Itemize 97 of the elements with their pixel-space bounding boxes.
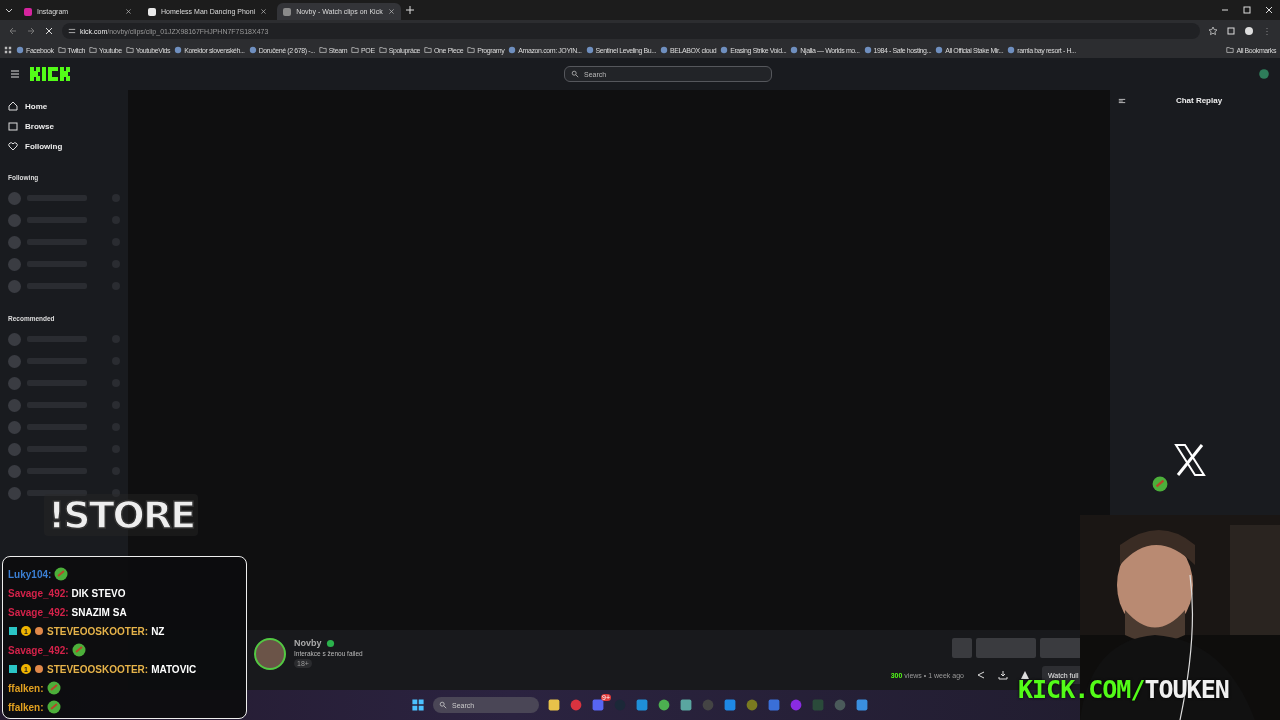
- chat-text: DIK STEVO: [71, 587, 126, 599]
- close-icon: [260, 8, 268, 15]
- avatar-placeholder: [8, 376, 21, 390]
- emote-icon: [46, 700, 61, 714]
- site-icon: [148, 7, 156, 16]
- app-icon: [768, 699, 780, 711]
- apps-icon: [4, 46, 12, 54]
- chat-username: ffalken:: [8, 682, 44, 694]
- app-icon: [636, 699, 648, 711]
- search-icon: [571, 70, 579, 78]
- app-icon: [856, 699, 868, 711]
- chat-username: STEVEOOSKOOTER:: [47, 663, 149, 675]
- app-icon: [724, 699, 736, 711]
- download-icon: [998, 670, 1008, 680]
- folder-icon: [351, 46, 360, 54]
- chat-username: Savage_492:: [8, 606, 69, 618]
- back-icon: [8, 26, 18, 36]
- nav-item[interactable]: Browse: [8, 116, 120, 136]
- forward-icon: [26, 26, 36, 36]
- avatar-placeholder: [8, 442, 21, 456]
- folder-icon: [125, 46, 134, 54]
- folder-icon: [424, 46, 433, 54]
- close-icon: [387, 8, 395, 15]
- emote-icon: [1152, 476, 1168, 492]
- channel-avatar[interactable]: [254, 638, 286, 670]
- avatar-placeholder: [8, 464, 21, 478]
- extension-icon: [1226, 26, 1236, 36]
- app-icon: [570, 699, 582, 711]
- close-icon: [1264, 5, 1274, 15]
- site-icon: [283, 7, 292, 16]
- avatar-placeholder: [8, 213, 21, 227]
- home-icon: [8, 101, 18, 111]
- nav-item[interactable]: Home: [8, 96, 120, 116]
- new-tab-icon: [404, 5, 415, 15]
- folder-icon: [467, 46, 476, 54]
- star-icon: [1208, 26, 1218, 36]
- avatar-placeholder: [8, 191, 21, 205]
- app-icon: [834, 699, 846, 711]
- folder-icon: [89, 46, 97, 54]
- avatar-placeholder: [8, 420, 21, 434]
- restore-icon: [1242, 5, 1252, 15]
- nav-item[interactable]: Following: [8, 136, 120, 156]
- windows-icon: [411, 698, 425, 712]
- app-icon: [592, 699, 604, 711]
- app-icon: [548, 699, 560, 711]
- avatar-placeholder: [8, 354, 21, 368]
- emote-icon: [46, 681, 61, 695]
- avatar-placeholder: [8, 257, 21, 271]
- folder-icon: [57, 46, 66, 54]
- heart-icon: [8, 141, 18, 151]
- button-placeholder: [952, 638, 972, 658]
- channel-name[interactable]: Novby: [294, 638, 322, 648]
- emote-icon: [71, 643, 86, 657]
- browse-icon: [8, 121, 18, 131]
- chat-username: Savage_492:: [8, 587, 69, 599]
- avatar-placeholder: [8, 279, 21, 293]
- chat-text: MATOVIC: [151, 663, 197, 675]
- gift-icon: [34, 664, 44, 674]
- chat-username: ffalken:: [8, 701, 44, 713]
- avatar-placeholder: [8, 235, 21, 249]
- app-icon: [812, 699, 824, 711]
- badge-icon: [8, 626, 18, 636]
- chat-username: Savage_492:: [8, 644, 69, 656]
- app-icon: [658, 699, 670, 711]
- profile-icon: [1244, 26, 1254, 36]
- chat-username: Luky104:: [8, 568, 52, 580]
- button-placeholder: [976, 638, 1036, 658]
- chat-title: Chat Replay: [1175, 96, 1223, 105]
- store-overlay-text: !STORE: [44, 494, 199, 536]
- avatar-placeholder: [8, 486, 21, 500]
- verified-icon: [325, 638, 335, 648]
- collapse-icon: [1118, 96, 1126, 105]
- warning-icon: [1020, 670, 1030, 680]
- site-settings-icon: [68, 27, 76, 35]
- stop-icon: [44, 26, 54, 36]
- folder-icon: [1226, 46, 1235, 54]
- folder-icon: [318, 46, 327, 54]
- gift-icon: [34, 626, 44, 636]
- chat-text: NZ: [151, 625, 165, 637]
- user-icon: [1258, 68, 1270, 80]
- app-icon: [702, 699, 714, 711]
- folder-icon: [378, 46, 387, 54]
- app-icon: [790, 699, 802, 711]
- avatar-placeholder: [8, 332, 21, 346]
- avatar-placeholder: [8, 398, 21, 412]
- badge-icon: [8, 664, 18, 674]
- menu-icon: [10, 69, 20, 79]
- site-icon: [24, 7, 32, 16]
- share-icon: [976, 670, 986, 680]
- close-icon: [125, 8, 132, 15]
- emote-icon: [54, 567, 69, 581]
- app-icon: [746, 699, 758, 711]
- chat-username: STEVEOOSKOOTER:: [47, 625, 149, 637]
- search-icon: [439, 701, 447, 709]
- chat-text: SNAZIM SA: [71, 606, 127, 618]
- app-icon: [680, 699, 692, 711]
- x-logo-icon: [1174, 443, 1206, 477]
